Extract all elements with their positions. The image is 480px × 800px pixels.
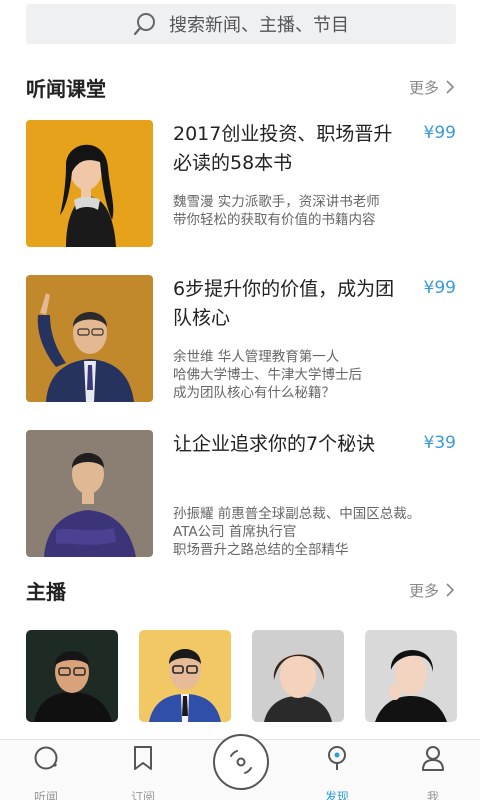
course-card[interactable]: 6步提升你的价值，成为团队核心 ¥99 余世维 华人管理教育第一人 哈佛大学博士…	[26, 275, 456, 403]
host-avatar[interactable]	[365, 630, 457, 722]
discover-icon	[323, 744, 351, 772]
course-title: 6步提升你的价值，成为团队核心	[173, 278, 395, 329]
tab-label: 发现	[324, 790, 349, 800]
tab-label: 订阅	[130, 790, 155, 800]
tab-discover[interactable]: 发现	[302, 744, 372, 800]
course-price: ¥39	[423, 433, 456, 453]
course-title: 让企业追求你的7个秘诀	[173, 433, 376, 455]
course-title: 2017创业投资、职场晋升必读的58本书	[173, 123, 393, 174]
hosts-title: 主播	[26, 579, 66, 604]
course-card[interactable]: 2017创业投资、职场晋升必读的58本书 ¥99 魏雪漫 实力派歌手，资深讲书老…	[26, 120, 456, 248]
course-desc-line: 职场晋升之路总结的全部精华	[173, 542, 349, 558]
hosts-more-link[interactable]: 更多	[409, 580, 456, 601]
tab-me[interactable]: 我	[398, 744, 468, 800]
courses-more-link[interactable]: 更多	[409, 77, 456, 98]
course-thumbnail	[26, 275, 153, 402]
bookmark-icon	[129, 744, 157, 772]
course-price: ¥99	[423, 123, 456, 143]
hosts-more-label: 更多	[408, 581, 439, 600]
tab-label: 听闻	[33, 790, 58, 800]
search-bar[interactable]: 搜索新闻、主播、节目	[26, 4, 456, 44]
person-icon	[419, 744, 447, 772]
hosts-row	[26, 630, 457, 722]
bottom-tab-bar: 听闻 订阅 发现 我	[0, 734, 480, 800]
courses-title: 听闻课堂	[26, 76, 106, 101]
tab-listen[interactable]: 听闻	[11, 744, 81, 800]
host-avatar[interactable]	[252, 630, 344, 722]
course-description: 魏雪漫 实力派歌手，资深讲书老师 带你轻松的获取有价值的书籍内容	[173, 193, 456, 229]
tab-subscribe[interactable]: 订阅	[108, 744, 178, 800]
course-desc-line: 成为团队核心有什么秘籍？	[173, 385, 335, 401]
record-button[interactable]	[213, 734, 269, 790]
search-icon	[133, 12, 157, 36]
host-avatar[interactable]	[139, 630, 231, 722]
listen-icon	[32, 744, 60, 772]
chevron-right-icon	[444, 582, 456, 598]
chevron-right-icon	[444, 79, 456, 95]
search-placeholder: 搜索新闻、主播、节目	[169, 15, 349, 36]
courses-header: 听闻课堂 更多	[26, 72, 456, 102]
host-avatar[interactable]	[26, 630, 118, 722]
course-card[interactable]: 让企业追求你的7个秘诀 ¥39 孙振耀 前惠普全球副总裁、中国区总裁。 ATA公…	[26, 430, 456, 558]
course-desc-line: 孙振耀 前惠普全球副总裁、中国区总裁。	[173, 506, 421, 522]
course-desc-line: ATA公司 首席执行官	[173, 524, 297, 540]
course-thumbnail	[26, 430, 153, 557]
courses-more-label: 更多	[408, 78, 439, 97]
course-desc-line: 哈佛大学博士、牛津大学博士后	[173, 367, 362, 383]
course-description: 孙振耀 前惠普全球副总裁、中国区总裁。 ATA公司 首席执行官 职场晋升之路总结…	[173, 505, 456, 559]
course-desc-line: 魏雪漫 实力派歌手，资深讲书老师	[173, 194, 380, 210]
hosts-header: 主播 更多	[26, 575, 456, 605]
record-icon	[221, 742, 261, 782]
course-description: 余世维 华人管理教育第一人 哈佛大学博士、牛津大学博士后 成为团队核心有什么秘籍…	[173, 348, 456, 402]
course-thumbnail	[26, 120, 153, 247]
tab-label: 我	[426, 790, 439, 800]
course-desc-line: 余世维 华人管理教育第一人	[173, 349, 340, 365]
course-desc-line: 带你轻松的获取有价值的书籍内容	[173, 212, 376, 228]
course-price: ¥99	[423, 278, 456, 298]
